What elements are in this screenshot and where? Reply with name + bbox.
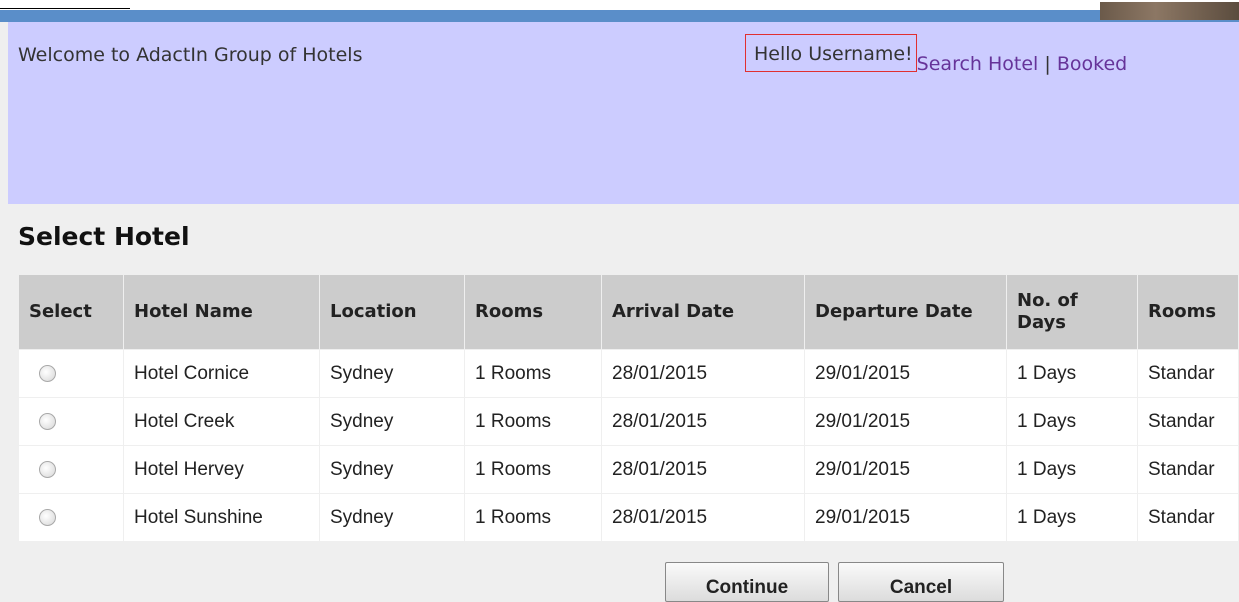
column-header-departure-date: Departure Date xyxy=(804,274,1007,350)
departure-date-cell: 29/01/2015 xyxy=(804,397,1007,446)
hotel-radio-button[interactable] xyxy=(39,508,56,526)
room-type-cell: Standar xyxy=(1137,493,1239,542)
table-row: Hotel Cornice Sydney 1 Rooms 28/01/2015 … xyxy=(18,349,1239,398)
table-row: Hotel Hervey Sydney 1 Rooms 28/01/2015 2… xyxy=(18,445,1239,494)
continue-button[interactable]: Continue xyxy=(665,562,829,602)
search-hotel-link[interactable]: Search Hotel xyxy=(917,53,1039,75)
hotel-name-cell: Hotel Cornice xyxy=(123,349,320,398)
select-cell xyxy=(18,397,124,446)
banner-image xyxy=(1100,2,1239,20)
rooms-cell: 1 Rooms xyxy=(464,445,602,494)
booked-itinerary-link[interactable]: Booked xyxy=(1057,53,1127,75)
arrival-date-cell: 28/01/2015 xyxy=(601,397,805,446)
arrival-date-cell: 28/01/2015 xyxy=(601,349,805,398)
hotel-name-cell: Hotel Creek xyxy=(123,397,320,446)
welcome-text: Welcome to AdactIn Group of Hotels xyxy=(18,44,363,66)
hotel-radio-button[interactable] xyxy=(39,460,56,478)
location-cell: Sydney xyxy=(319,445,465,494)
select-cell xyxy=(18,493,124,542)
arrival-date-cell: 28/01/2015 xyxy=(601,445,805,494)
hotel-radio-button[interactable] xyxy=(39,364,56,382)
page-title: Select Hotel xyxy=(18,222,190,251)
select-cell xyxy=(18,349,124,398)
hotel-name-cell: Hotel Hervey xyxy=(123,445,320,494)
nav-separator: | xyxy=(1044,53,1051,75)
departure-date-cell: 29/01/2015 xyxy=(804,349,1007,398)
column-header-arrival-date: Arrival Date xyxy=(601,274,805,350)
departure-date-cell: 29/01/2015 xyxy=(804,445,1007,494)
days-cell: 1 Days xyxy=(1006,397,1138,446)
room-type-cell: Standar xyxy=(1137,397,1239,446)
table-row: Hotel Creek Sydney 1 Rooms 28/01/2015 29… xyxy=(18,397,1239,446)
column-header-rooms: Rooms xyxy=(464,274,602,350)
days-cell: 1 Days xyxy=(1006,349,1138,398)
page-header: Welcome to AdactIn Group of Hotels Hello… xyxy=(8,22,1239,204)
top-underline xyxy=(0,8,130,9)
column-header-no-of-days: No. of Days xyxy=(1006,274,1138,350)
days-cell: 1 Days xyxy=(1006,445,1138,494)
column-header-select: Select xyxy=(18,274,124,350)
days-cell: 1 Days xyxy=(1006,493,1138,542)
select-cell xyxy=(18,445,124,494)
column-header-hotel-name: Hotel Name xyxy=(123,274,320,350)
hello-username: Hello Username! xyxy=(745,34,917,72)
location-cell: Sydney xyxy=(319,397,465,446)
room-type-cell: Standar xyxy=(1137,349,1239,398)
location-cell: Sydney xyxy=(319,493,465,542)
table-row: Hotel Sunshine Sydney 1 Rooms 28/01/2015… xyxy=(18,493,1239,542)
departure-date-cell: 29/01/2015 xyxy=(804,493,1007,542)
location-cell: Sydney xyxy=(319,349,465,398)
top-banner-bar xyxy=(0,10,1239,22)
rooms-cell: 1 Rooms xyxy=(464,349,602,398)
rooms-cell: 1 Rooms xyxy=(464,493,602,542)
hotel-name-cell: Hotel Sunshine xyxy=(123,493,320,542)
rooms-cell: 1 Rooms xyxy=(464,397,602,446)
arrival-date-cell: 28/01/2015 xyxy=(601,493,805,542)
column-header-room-type: Rooms xyxy=(1137,274,1239,350)
room-type-cell: Standar xyxy=(1137,445,1239,494)
hotel-radio-button[interactable] xyxy=(39,412,56,430)
table-header-row: Select Hotel Name Location Rooms Arrival… xyxy=(18,274,1239,350)
cancel-button[interactable]: Cancel xyxy=(838,562,1004,602)
column-header-location: Location xyxy=(319,274,465,350)
hotel-results-table: Select Hotel Name Location Rooms Arrival… xyxy=(18,274,1239,542)
user-nav: Hello Username! Search Hotel | Booked xyxy=(745,34,1127,82)
